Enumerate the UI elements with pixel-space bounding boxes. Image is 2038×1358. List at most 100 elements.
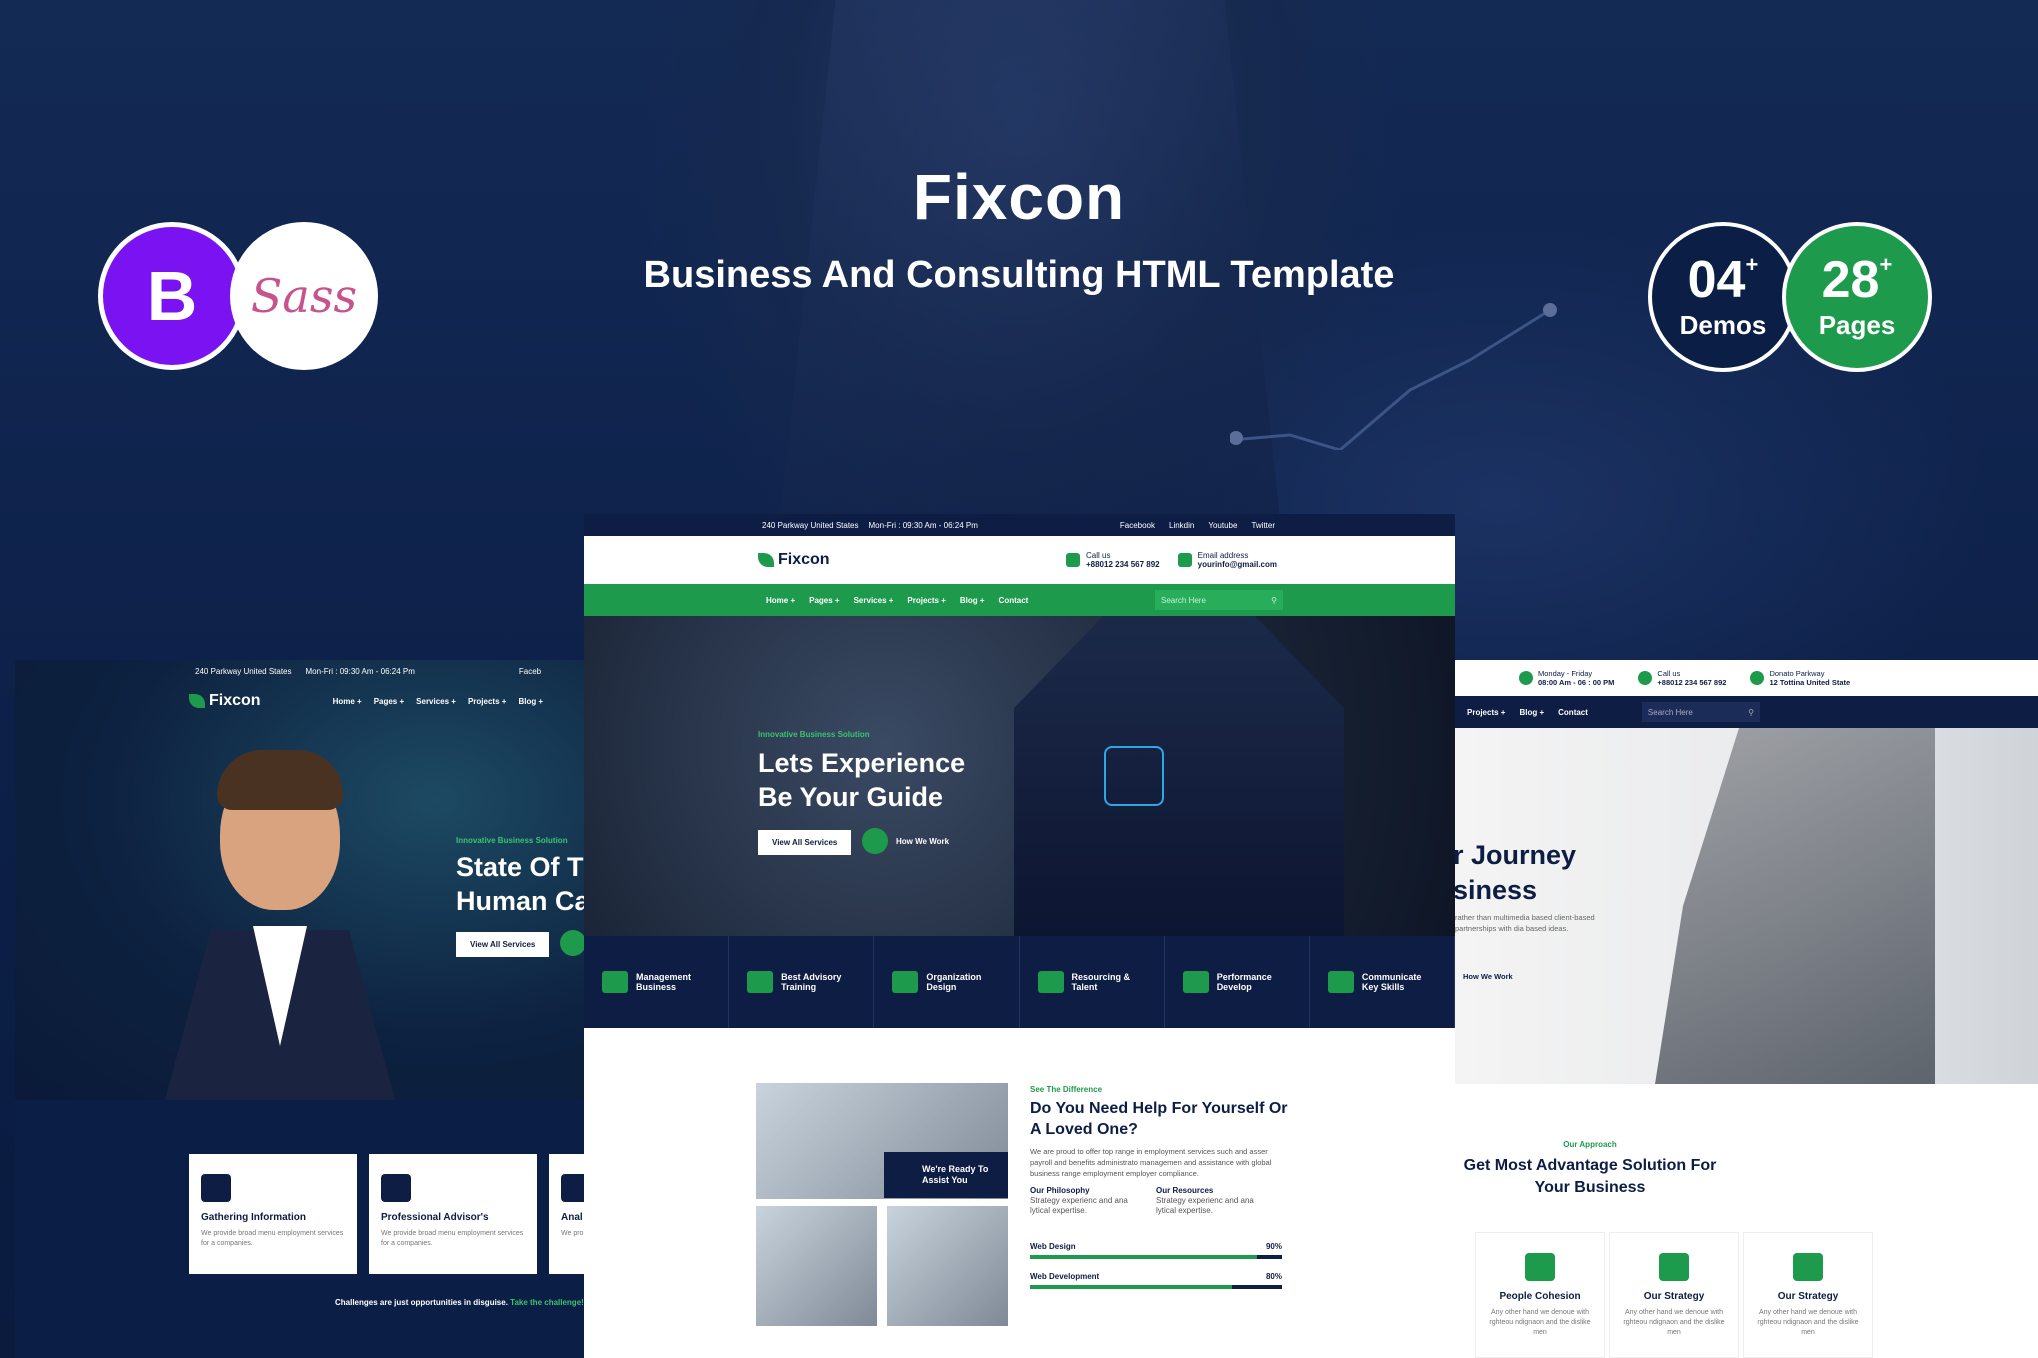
right-topbar: Monday - Friday 08:00 Am - 06 : 00 PM Cal…: [1455, 660, 2038, 696]
ready-to-assist-badge: We're Ready To Assist You: [884, 1152, 1008, 1198]
advisor-icon: [381, 1174, 411, 1202]
service-card[interactable]: Professional Advisor's We provide broad m…: [369, 1154, 537, 1274]
address-text: 240 Parkway United States: [762, 520, 859, 530]
philosophy-block: Our Philosophy Strategy experienc and ana…: [1030, 1186, 1128, 1215]
businessman-image: [1014, 616, 1344, 936]
feature-item[interactable]: Communicate Key Skills: [1310, 936, 1455, 1028]
twitter-link[interactable]: Twitter: [1251, 521, 1275, 530]
colleagues-photo: [887, 1206, 1008, 1326]
monitor-icon: [1037, 971, 1064, 993]
skill-fill: [1030, 1255, 1257, 1259]
laptop-photo: [756, 1206, 877, 1326]
feature-item[interactable]: Management Business: [584, 936, 730, 1028]
view-services-button[interactable]: View All Services: [758, 830, 852, 855]
nav-contact[interactable]: Contact: [999, 596, 1029, 605]
approach-card[interactable]: Our Strategy Any other hand we denoue wit…: [1609, 1232, 1739, 1358]
facebook-link[interactable]: Faceb: [519, 667, 541, 676]
feature-item[interactable]: Resourcing & Talent: [1020, 936, 1165, 1028]
leaf-logo-icon: [758, 553, 774, 567]
search-icon[interactable]: ⚲: [1271, 596, 1277, 605]
nav-projects[interactable]: Projects +: [468, 697, 506, 706]
nav-blog[interactable]: Blog +: [960, 596, 985, 605]
team-icon: [201, 1174, 231, 1202]
nav-blog[interactable]: Blog +: [518, 697, 543, 706]
left-hero: 240 Parkway United States Mon-Fri : 09:3…: [15, 660, 584, 1100]
phone-icon: [1065, 553, 1080, 567]
nav-services[interactable]: Services +: [416, 697, 456, 706]
cycle-icon: [1327, 971, 1354, 993]
left-view-services-button[interactable]: View All Services: [456, 932, 550, 957]
hero-kicker: Innovative Business Solution: [758, 730, 870, 739]
chat-icon: [1177, 553, 1192, 567]
money-bag-icon: [1793, 1253, 1823, 1281]
approach-card[interactable]: Our Strategy Any other hand we denoue wit…: [1743, 1232, 1873, 1358]
take-challenge-link[interactable]: Take the challenge!: [510, 1298, 584, 1307]
bootstrap-logo-icon: B: [98, 222, 246, 370]
how-we-work-button[interactable]: How We Work: [862, 828, 949, 854]
sass-logo-icon: Sass: [230, 222, 378, 370]
team-stars-icon: [1182, 971, 1209, 993]
right-hero: r Journey siness rather than multimedia b…: [1455, 728, 2038, 1084]
nav-contact[interactable]: Contact: [1558, 708, 1588, 717]
nav-services[interactable]: Services +: [854, 596, 894, 605]
nav-projects[interactable]: Projects +: [907, 596, 945, 605]
left-demo-mockup: 240 Parkway United States Mon-Fri : 09:3…: [15, 660, 584, 1358]
money-bag-icon: [892, 971, 919, 993]
puzzle-icon: [1525, 1253, 1555, 1281]
about-text: We are proud to offer top range in emplo…: [1030, 1147, 1272, 1178]
center-demo-mockup: 240 Parkway United States Mon-Fri : 09:3…: [584, 514, 1455, 1358]
smiling-man-image: [165, 730, 395, 1100]
approach-card[interactable]: People Cohesion Any other hand we denoue …: [1475, 1232, 1605, 1358]
center-logo[interactable]: Fixcon: [758, 551, 830, 569]
linkedin-link[interactable]: Linkdin: [1169, 521, 1194, 530]
briefcase-icon: [561, 1174, 584, 1202]
left-service-cards: Gathering Information We provide broad me…: [189, 1154, 584, 1274]
service-card[interactable]: AnalWe pro servic: [549, 1154, 584, 1274]
nav-projects[interactable]: Projects +: [1467, 708, 1505, 717]
skill-bar-web-design: Web Design 90%: [1030, 1242, 1282, 1259]
about-section: We're Ready To Assist You See The Differe…: [584, 1028, 1455, 1358]
nav-blog[interactable]: Blog +: [1519, 708, 1544, 717]
puzzle-icon: [747, 971, 774, 993]
center-search-input[interactable]: Search Here ⚲: [1155, 590, 1283, 610]
left-hero-kicker: Innovative Business Solution: [456, 836, 568, 845]
lock-icon: [1104, 746, 1164, 806]
center-header: Fixcon Call us +88012 234 567 892 Email a…: [584, 536, 1455, 584]
center-topbar: 240 Parkway United States Mon-Fri : 09:3…: [584, 514, 1455, 536]
right-navbar: Projects + Blog + Contact Search Here ⚲: [1455, 696, 2038, 728]
feature-item[interactable]: Performance Develop: [1165, 936, 1310, 1028]
right-hero-heading: r Journey siness: [1455, 840, 1577, 905]
management-icon: [602, 971, 628, 993]
service-card[interactable]: Gathering Information We provide broad me…: [189, 1154, 357, 1274]
approach-section: Our Approach Get Most Advantage Solution…: [1463, 1140, 1717, 1196]
nav-pages[interactable]: Pages +: [374, 697, 404, 706]
play-icon[interactable]: [560, 930, 584, 956]
background-growth-graph: [1230, 303, 1557, 450]
demos-count-badge: 04+ Demos: [1648, 222, 1798, 372]
about-kicker: See The Difference: [1030, 1085, 1103, 1094]
feature-item[interactable]: Best Advisory Training: [729, 936, 875, 1028]
left-logo[interactable]: Fixcon: [189, 692, 261, 710]
feature-item[interactable]: Organization Design: [874, 936, 1020, 1028]
nav-pages[interactable]: Pages +: [809, 596, 839, 605]
email-contact[interactable]: Email address yourinfo@gmail.com: [1177, 551, 1277, 569]
nav-home[interactable]: Home +: [333, 697, 362, 706]
how-we-work-link[interactable]: How We Work: [1463, 972, 1513, 981]
hours-text: Mon-Fri : 09:30 Am - 06:24 Pm: [868, 520, 978, 530]
skill-fill: [1030, 1285, 1232, 1289]
facebook-link[interactable]: Facebook: [1120, 521, 1155, 530]
about-heading: Do You Need Help For Yourself Or A Loved…: [1030, 1100, 1288, 1138]
leaf-logo-icon: [189, 694, 205, 708]
call-contact[interactable]: Call us +88012 234 567 892: [1065, 551, 1160, 569]
youtube-link[interactable]: Youtube: [1208, 521, 1237, 530]
right-search-input[interactable]: Search Here ⚲: [1641, 702, 1760, 722]
location-icon: [1750, 671, 1765, 685]
resources-block: Our Resources Strategy experienc and ana …: [1156, 1186, 1254, 1215]
nav-home[interactable]: Home +: [766, 596, 795, 605]
search-icon[interactable]: ⚲: [1748, 708, 1754, 717]
right-hero-text: rather than multimedia based client-base…: [1455, 913, 1595, 933]
clock-icon: [1519, 671, 1533, 685]
left-footer-text: Challenges are just opportunities in dis…: [335, 1298, 584, 1307]
center-hero: Innovative Business Solution Lets Experi…: [584, 616, 1455, 936]
left-topbar: 240 Parkway United States Mon-Fri : 09:3…: [195, 666, 542, 676]
